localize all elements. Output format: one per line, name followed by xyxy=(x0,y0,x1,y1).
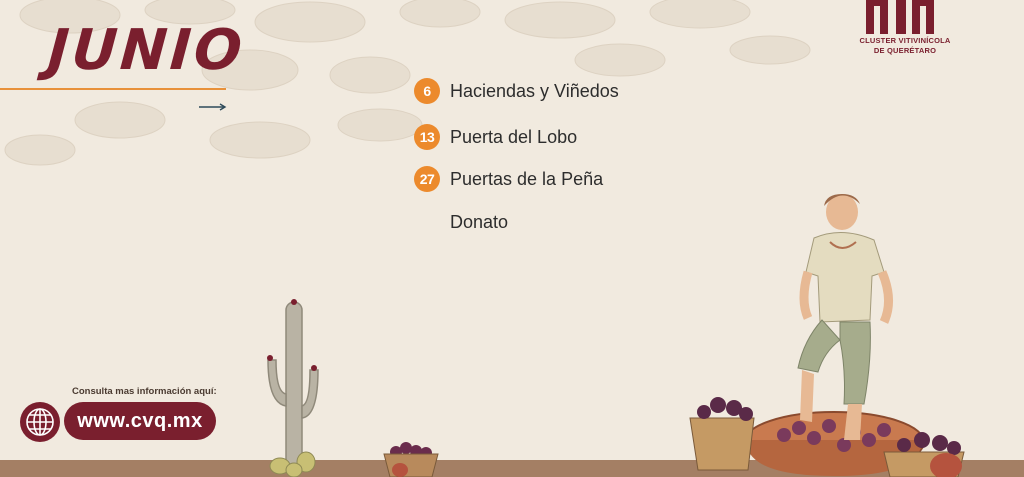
event-item: 6 Haciendas y Viñedos xyxy=(414,77,619,105)
event-label: Donato xyxy=(450,211,509,232)
month-underline xyxy=(0,88,226,90)
event-day-badge: 13 xyxy=(414,124,440,150)
arrow-right-icon xyxy=(199,103,227,111)
event-label: Puerta del Lobo xyxy=(450,126,578,147)
month-title: JUNIO xyxy=(45,18,247,83)
logo-text-line1: CLUSTER VITIVINÍCOLA xyxy=(859,36,951,45)
event-label: Haciendas y Viñedos xyxy=(450,80,619,101)
logo-text-line2: DE QUERÉTARO xyxy=(873,46,937,55)
event-day-badge: 27 xyxy=(414,166,440,192)
cactus-illustration xyxy=(267,299,319,477)
cluster-logo-icon xyxy=(866,0,934,34)
globe-icon xyxy=(26,408,54,436)
event-item: 13 Puerta del Lobo xyxy=(414,123,577,151)
event-item: 27 Puertas de la Peña xyxy=(414,165,603,193)
woman-stomping-grapes-illustration xyxy=(689,194,965,477)
event-day-badge: 6 xyxy=(414,78,440,104)
info-text: Consulta mas información aquí: xyxy=(72,386,217,397)
event-label: Puertas de la Peña xyxy=(450,168,604,189)
cluster-logo: CLUSTER VITIVINÍCOLA DE QUERÉTARO xyxy=(852,0,958,66)
globe-button[interactable] xyxy=(20,402,60,442)
event-item: Donato xyxy=(450,208,508,236)
grape-basket-illustration xyxy=(383,442,439,477)
website-link[interactable]: www.cvq.mx xyxy=(64,402,216,440)
